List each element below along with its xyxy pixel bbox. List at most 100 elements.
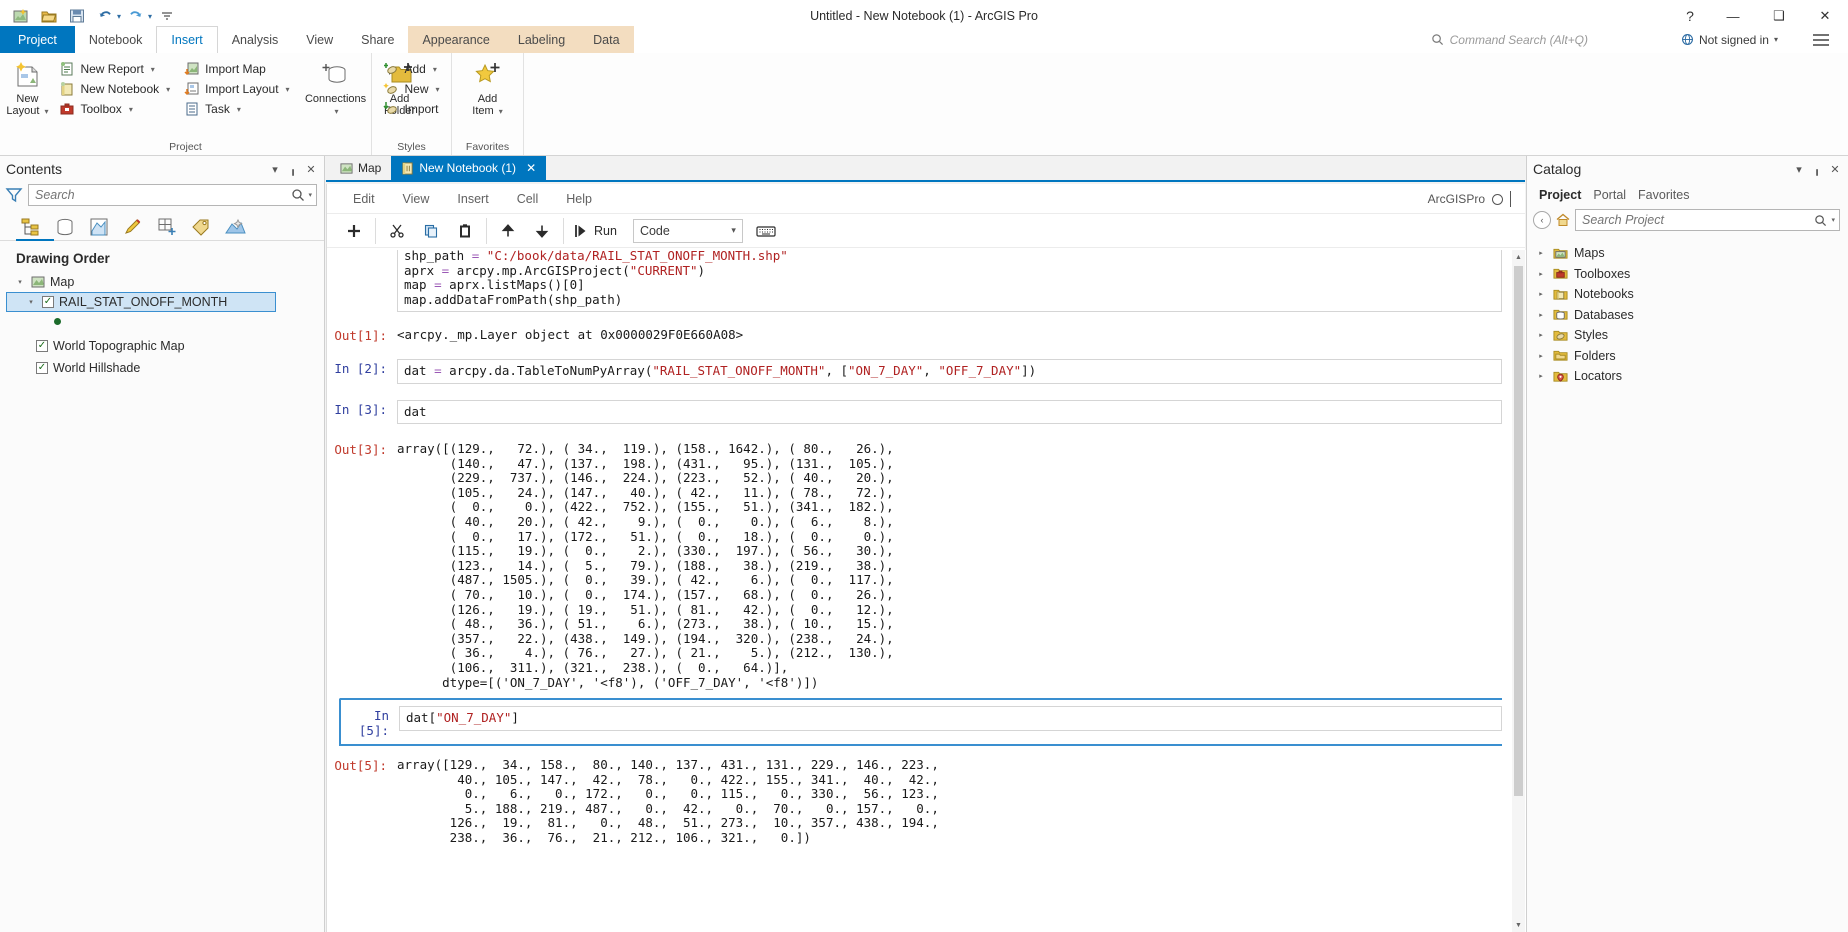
expander-icon[interactable]: ▸ — [1535, 352, 1547, 360]
catalog-item-styles[interactable]: ▸ Styles — [1535, 325, 1848, 346]
catalog-item-maps[interactable]: ▸ Maps — [1535, 243, 1848, 264]
expander-icon[interactable]: ▸ — [1535, 331, 1547, 339]
home-icon[interactable] — [1555, 212, 1571, 228]
task-caret[interactable]: ▾ — [237, 105, 241, 114]
move-cell-down-icon[interactable] — [525, 218, 559, 244]
scrollbar-thumb[interactable] — [1514, 266, 1523, 796]
toolbox-button[interactable]: Toolbox ▾ — [55, 99, 174, 119]
view-tab-new-notebook-1[interactable]: New Notebook (1) ✕ — [391, 156, 546, 180]
catalog-search-input[interactable] — [1580, 212, 1810, 228]
catalog-tab-favorites[interactable]: Favorites — [1634, 186, 1697, 205]
account-status[interactable]: Not signed in ▾ — [1681, 27, 1778, 52]
catalog-pin-icon[interactable]: ╻ — [1810, 163, 1824, 176]
search-icon[interactable] — [1814, 214, 1827, 227]
import-layout-button[interactable]: Import Layout ▾ — [180, 79, 293, 99]
cell-source[interactable]: dat — [397, 400, 1502, 425]
layer-visibility-checkbox[interactable]: ✓ — [42, 296, 54, 308]
contents-tree-item-rail-stat-onoff-month[interactable]: ▾ ✓ RAIL_STAT_ONOFF_MONTH — [6, 292, 276, 312]
notebook-cell-2[interactable]: In [2]: dat = arcpy.da.TableToNumPyArray… — [327, 347, 1526, 388]
import-map-button[interactable]: Import Map — [180, 59, 293, 79]
list-by-labeling-icon[interactable] — [186, 214, 216, 240]
add-item-button[interactable]: AddItem ▾ — [460, 55, 516, 118]
ribbon-tab-labeling[interactable]: Labeling — [504, 26, 579, 53]
new-style-caret[interactable]: ▾ — [436, 85, 440, 94]
toolbox-caret[interactable]: ▾ — [129, 105, 133, 114]
ribbon-tab-notebook[interactable]: Notebook — [75, 26, 157, 53]
ribbon-tab-analysis[interactable]: Analysis — [218, 26, 293, 53]
back-arrow-icon[interactable]: ‹ — [1533, 211, 1551, 229]
add-style-button[interactable]: Add ▾ — [379, 59, 443, 79]
list-by-editing-icon[interactable] — [118, 214, 148, 240]
contents-search-caret-icon[interactable]: ▾ — [308, 191, 312, 199]
cell-source[interactable]: shp_path = "C:/book/data/RAIL_STAT_ONOFF… — [397, 250, 1502, 312]
list-by-selection-icon[interactable] — [84, 214, 114, 240]
close-icon[interactable]: ✕ — [526, 161, 536, 175]
expander-icon[interactable]: ▾ — [25, 298, 37, 306]
notebook-cell-5-selected[interactable]: In [5]: dat["ON_7_DAY"] — [339, 698, 1502, 746]
list-by-diagram-icon[interactable] — [220, 214, 250, 240]
catalog-search-box[interactable]: ▾ — [1575, 209, 1840, 231]
expander-icon[interactable]: ▸ — [1535, 311, 1547, 319]
run-cell-button[interactable]: Run — [568, 218, 627, 244]
cell-source[interactable]: dat = arcpy.da.TableToNumPyArray("RAIL_S… — [397, 359, 1502, 384]
new-notebook-button[interactable]: New Notebook ▾ — [55, 79, 174, 99]
search-icon[interactable] — [291, 188, 305, 202]
catalog-menu-caret-icon[interactable]: ▾ — [1792, 163, 1806, 176]
new-report-caret[interactable]: ▾ — [151, 65, 155, 74]
new-style-button[interactable]: New ▾ — [379, 79, 443, 99]
contents-menu-caret-icon[interactable]: ▾ — [268, 163, 282, 176]
contents-tree-item-map[interactable]: ▾ Map — [6, 272, 324, 292]
paste-cell-icon[interactable] — [448, 218, 482, 244]
layer-visibility-checkbox[interactable]: ✓ — [36, 362, 48, 374]
notebook-vertical-scrollbar[interactable]: ▲ ▼ — [1512, 250, 1525, 932]
view-tab-map[interactable]: Map — [330, 156, 391, 180]
contents-pin-icon[interactable]: ╻ — [286, 163, 300, 176]
account-caret[interactable]: ▾ — [1774, 35, 1778, 44]
catalog-close-icon[interactable]: ✕ — [1828, 163, 1842, 176]
move-cell-up-icon[interactable] — [491, 218, 525, 244]
redo-dropdown-caret[interactable]: ▾ — [148, 12, 152, 21]
scroll-up-arrow-icon[interactable]: ▲ — [1512, 250, 1525, 264]
task-button[interactable]: Task ▾ — [180, 99, 293, 119]
contents-search-box[interactable]: ▾ — [28, 184, 317, 206]
contents-close-icon[interactable]: ✕ — [304, 163, 318, 176]
catalog-item-locators[interactable]: ▸ Locators — [1535, 366, 1848, 387]
catalog-item-folders[interactable]: ▸ Folders — [1535, 346, 1848, 367]
chevron-down-icon[interactable]: ▾ — [731, 225, 736, 236]
notebook-menu-help[interactable]: Help — [552, 192, 606, 206]
expander-icon[interactable]: ▸ — [1535, 290, 1547, 298]
undo-dropdown-caret[interactable]: ▾ — [117, 12, 121, 21]
ribbon-tab-insert[interactable]: Insert — [156, 26, 217, 53]
catalog-tab-portal[interactable]: Portal — [1589, 186, 1634, 205]
notebook-menu-cell[interactable]: Cell — [503, 192, 553, 206]
list-by-drawing-order-icon[interactable] — [16, 214, 46, 240]
notebook-cell-3[interactable]: In [3]: dat — [327, 388, 1526, 429]
expander-icon[interactable]: ▸ — [1535, 372, 1547, 380]
cut-cell-icon[interactable] — [380, 218, 414, 244]
import-style-button[interactable]: Import — [379, 99, 443, 119]
ribbon-tab-project[interactable]: Project — [0, 26, 75, 53]
new-notebook-caret[interactable]: ▾ — [166, 85, 170, 94]
scroll-down-arrow-icon[interactable]: ▼ — [1512, 918, 1525, 932]
new-report-button[interactable]: New Report ▾ — [55, 59, 174, 79]
add-style-caret[interactable]: ▾ — [433, 65, 437, 74]
cell-type-select[interactable]: Code ▾ — [633, 219, 743, 243]
filter-icon[interactable] — [5, 186, 23, 204]
expander-icon[interactable]: ▸ — [1535, 270, 1547, 278]
copy-cell-icon[interactable] — [414, 218, 448, 244]
cell-source[interactable]: dat["ON_7_DAY"] — [399, 706, 1502, 731]
notebook-cell-scroll-area[interactable]: shp_path = "C:/book/data/RAIL_STAT_ONOFF… — [327, 250, 1526, 932]
contents-tree-item-world-topographic-map[interactable]: ✓ World Topographic Map — [6, 336, 324, 356]
ribbon-tab-appearance[interactable]: Appearance — [408, 26, 503, 53]
ribbon-tab-view[interactable]: View — [292, 26, 347, 53]
catalog-item-toolboxes[interactable]: ▸ Toolboxes — [1535, 264, 1848, 285]
expander-icon[interactable]: ▸ — [1535, 249, 1547, 257]
ribbon-tab-data[interactable]: Data — [579, 26, 633, 53]
expander-icon[interactable]: ▾ — [14, 278, 26, 286]
list-by-data-source-icon[interactable] — [50, 214, 80, 240]
catalog-tab-project[interactable]: Project — [1535, 186, 1589, 205]
new-layout-button[interactable]: NewLayout ▾ — [0, 55, 55, 118]
ribbon-options-menu[interactable] — [1808, 27, 1834, 52]
catalog-search-caret-icon[interactable]: ▾ — [1831, 216, 1835, 224]
notebook-menu-insert[interactable]: Insert — [443, 192, 502, 206]
